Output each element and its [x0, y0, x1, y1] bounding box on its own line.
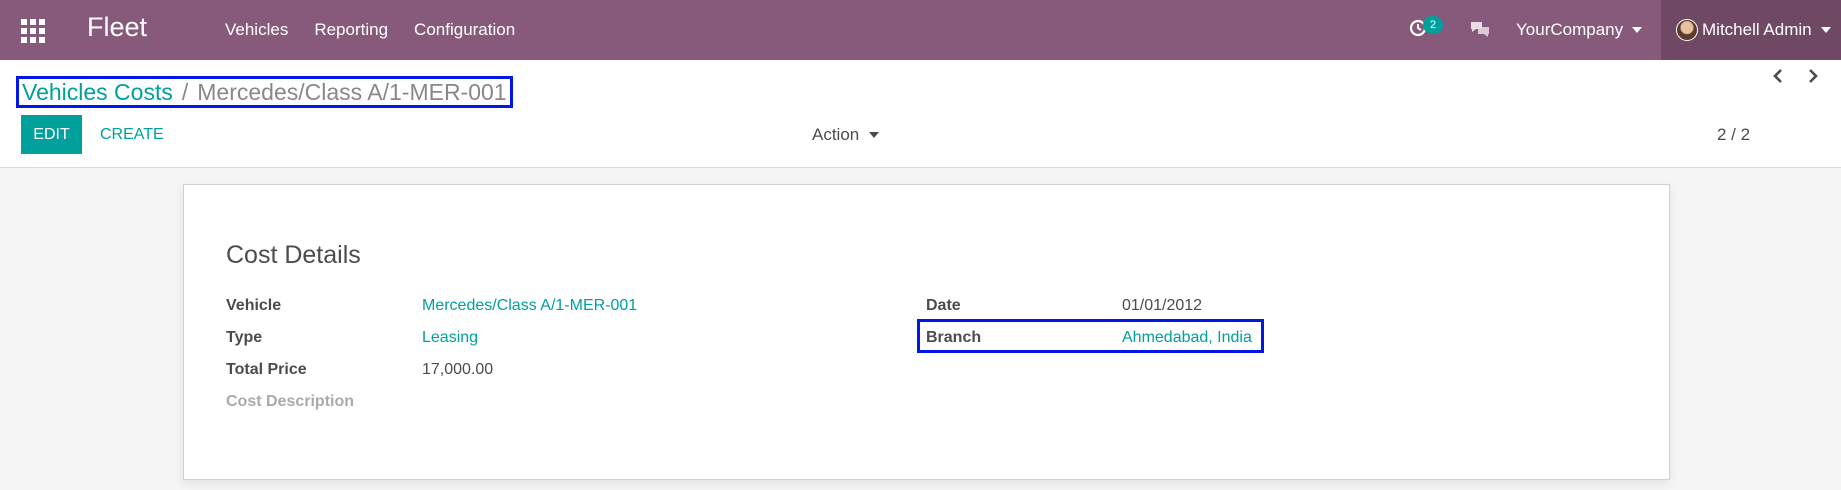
avatar	[1676, 19, 1698, 41]
cost-description-label: Cost Description	[226, 393, 355, 410]
caret-down-icon	[1632, 27, 1643, 33]
app-brand[interactable]: Fleet	[87, 12, 147, 43]
type-link[interactable]: Leasing	[422, 329, 478, 347]
total-price-label: Total Price	[226, 361, 307, 378]
messaging-chat-icon[interactable]	[1469, 19, 1491, 41]
menu-item-vehicles[interactable]: Vehicles	[225, 20, 288, 40]
caret-down-icon	[1820, 27, 1831, 33]
breadcrumb-current: Mercedes/Class A/1-MER-001	[197, 78, 507, 105]
vehicle-label: Vehicle	[226, 297, 282, 314]
main-menu: Vehicles Reporting Configuration	[225, 0, 541, 60]
vehicle-link[interactable]: Mercedes/Class A/1-MER-001	[422, 297, 637, 315]
user-menu[interactable]: Mitchell Admin	[1661, 0, 1841, 60]
pager-previous-icon[interactable]	[1769, 67, 1787, 85]
breadcrumb-parent-link[interactable]: Vehicles Costs	[22, 79, 173, 106]
breadcrumb-separator: /	[181, 78, 189, 105]
create-button[interactable]: CREATE	[100, 115, 164, 154]
type-label: Type	[226, 329, 263, 346]
control-panel: Vehicles Costs / Mercedes/Class A/1-MER-…	[0, 60, 1841, 168]
date-label: Date	[926, 297, 961, 314]
company-name: YourCompany	[1516, 20, 1624, 39]
activity-count-badge: 2	[1423, 16, 1443, 34]
apps-menu-icon[interactable]	[21, 19, 45, 43]
caret-down-icon	[869, 131, 880, 138]
pager-next-icon[interactable]	[1804, 67, 1822, 85]
breadcrumb: Vehicles Costs / Mercedes/Class A/1-MER-…	[16, 76, 513, 108]
date-value: 01/01/2012	[1122, 297, 1203, 314]
total-price-value: 17,000.00	[422, 361, 494, 378]
action-dropdown[interactable]: Action	[812, 115, 880, 154]
menu-item-configuration[interactable]: Configuration	[414, 20, 515, 40]
form-title: Cost Details	[226, 241, 361, 269]
pager-value: 2 / 2	[1717, 125, 1751, 144]
edit-button[interactable]: EDIT	[21, 115, 82, 154]
action-label: Action	[812, 125, 860, 144]
menu-item-reporting[interactable]: Reporting	[314, 20, 388, 40]
branch-highlight-box	[917, 319, 1264, 353]
company-switcher[interactable]: YourCompany	[1516, 0, 1643, 60]
top-navbar: Fleet Vehicles Reporting Configuration 2…	[0, 0, 1841, 60]
user-name: Mitchell Admin	[1702, 20, 1812, 39]
